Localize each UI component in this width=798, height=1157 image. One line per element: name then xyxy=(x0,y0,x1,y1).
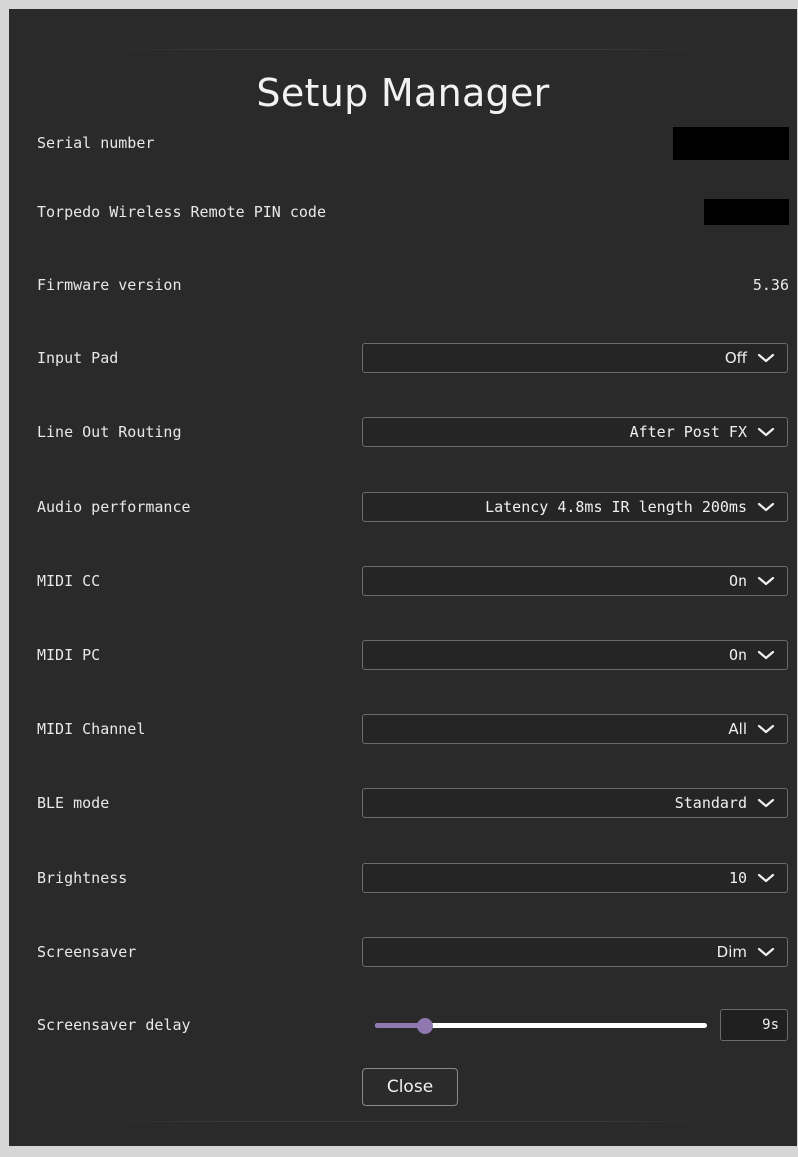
setting-label: Screensaver xyxy=(37,943,137,961)
setting-row-screensaver: Screensaver Dim xyxy=(9,936,797,968)
select-value: All xyxy=(728,720,747,738)
firmware-row: Firmware version 5.36 xyxy=(9,269,797,301)
select-value: Standard xyxy=(674,794,747,812)
top-divider xyxy=(99,49,719,50)
setting-row-midi-cc: MIDI CC On xyxy=(9,565,797,597)
serial-number-redacted xyxy=(673,127,789,160)
setting-label: MIDI PC xyxy=(37,646,101,664)
input-pad-select[interactable]: Off xyxy=(362,343,788,373)
setting-label: BLE mode xyxy=(37,794,110,812)
setting-row-midi-channel: MIDI Channel All xyxy=(9,713,797,745)
setting-row-ble-mode: BLE mode Standard xyxy=(9,787,797,819)
midi-pc-select[interactable]: On xyxy=(362,640,788,670)
chevron-down-icon xyxy=(757,502,775,512)
brightness-select[interactable]: 10 xyxy=(362,863,788,893)
chevron-down-icon xyxy=(757,873,775,883)
slider-thumb[interactable] xyxy=(416,1018,433,1034)
chevron-down-icon xyxy=(757,650,775,660)
setting-label: Audio performance xyxy=(37,498,191,516)
setting-label: Input Pad xyxy=(37,349,119,367)
pin-code-redacted xyxy=(704,199,789,225)
ble-mode-select[interactable]: Standard xyxy=(362,788,788,818)
chevron-down-icon xyxy=(757,947,775,957)
setting-label: Line Out Routing xyxy=(37,423,182,441)
close-button[interactable]: Close xyxy=(362,1068,458,1106)
pin-code-label: Torpedo Wireless Remote PIN code xyxy=(37,203,326,221)
setting-row-audio-performance: Audio performance Latency 4.8ms IR lengt… xyxy=(9,491,797,523)
select-value: 10 xyxy=(728,869,747,887)
chevron-down-icon xyxy=(757,353,775,363)
setting-row-line-out-routing: Line Out Routing After Post FX xyxy=(9,416,797,448)
select-value: On xyxy=(728,572,747,590)
chevron-down-icon xyxy=(757,798,775,808)
audio-performance-select[interactable]: Latency 4.8ms IR length 200ms xyxy=(362,492,788,522)
setting-label: MIDI Channel xyxy=(37,720,146,738)
midi-channel-select[interactable]: All xyxy=(362,714,788,744)
screensaver-delay-label: Screensaver delay xyxy=(37,1016,191,1034)
serial-number-label: Serial number xyxy=(37,134,155,152)
screensaver-delay-value: 9s xyxy=(762,1017,779,1033)
line-out-routing-select[interactable]: After Post FX xyxy=(362,417,788,447)
select-value: Latency 4.8ms IR length 200ms xyxy=(485,498,747,516)
firmware-label: Firmware version xyxy=(37,276,182,294)
select-value: Dim xyxy=(716,943,747,961)
chevron-down-icon xyxy=(757,576,775,586)
setting-row-brightness: Brightness 10 xyxy=(9,862,797,894)
screensaver-delay-value-box[interactable]: 9s xyxy=(720,1009,788,1041)
setting-row-screensaver-delay: Screensaver delay 9s xyxy=(9,1009,797,1041)
pin-code-row: Torpedo Wireless Remote PIN code xyxy=(9,196,797,228)
chevron-down-icon xyxy=(757,724,775,734)
setting-label: MIDI CC xyxy=(37,572,101,590)
midi-cc-select[interactable]: On xyxy=(362,566,788,596)
select-value: After Post FX xyxy=(629,423,747,441)
setting-row-midi-pc: MIDI PC On xyxy=(9,639,797,671)
serial-number-row: Serial number xyxy=(9,127,797,160)
setting-label: Brightness xyxy=(37,869,128,887)
screensaver-select[interactable]: Dim xyxy=(362,937,788,967)
select-value: Off xyxy=(724,349,747,367)
bottom-divider xyxy=(99,1121,719,1122)
setup-manager-dialog: Setup Manager Serial number Torpedo Wire… xyxy=(9,9,797,1146)
firmware-value: 5.36 xyxy=(752,276,789,294)
page-title: Setup Manager xyxy=(256,71,550,115)
setting-row-input-pad: Input Pad Off xyxy=(9,342,797,374)
window-frame: Setup Manager Serial number Torpedo Wire… xyxy=(0,0,798,1157)
chevron-down-icon xyxy=(757,427,775,437)
select-value: On xyxy=(728,646,747,664)
